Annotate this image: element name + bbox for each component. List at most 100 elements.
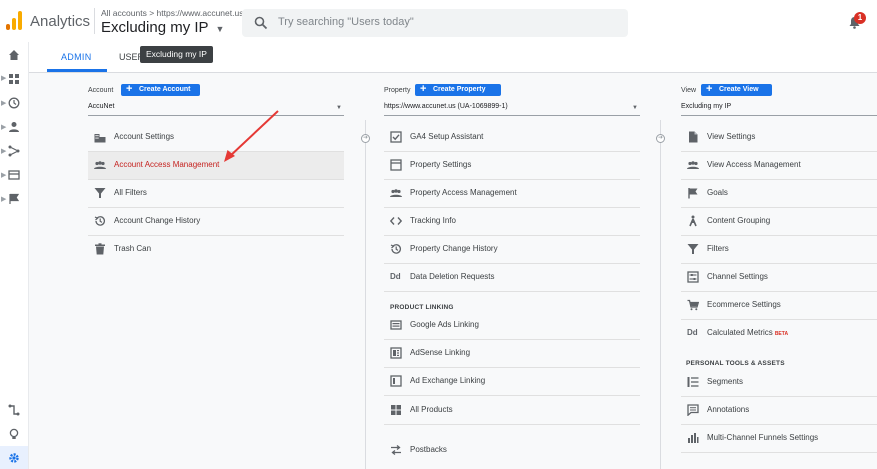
- menu-item-account-access-management[interactable]: Account Access Management: [88, 152, 344, 180]
- plus-icon: +: [706, 83, 713, 95]
- acquisition-icon[interactable]: [8, 145, 20, 157]
- expand-caret-icon[interactable]: ▶: [1, 123, 6, 131]
- dashboard-icon[interactable]: [8, 73, 20, 85]
- menu-item-label: Ecommerce Settings: [707, 300, 781, 309]
- create-account-button[interactable]: + Create Account: [121, 83, 200, 96]
- menu-item-content-grouping[interactable]: Content Grouping: [681, 208, 877, 236]
- analytics-logo-icon[interactable]: [6, 11, 22, 31]
- gear-icon[interactable]: [8, 452, 20, 464]
- selector-underline: [681, 115, 877, 116]
- menu-item-account-change-history[interactable]: Account Change History: [88, 208, 344, 236]
- create-view-label: Create View: [719, 86, 759, 93]
- tab-active-indicator: [47, 69, 107, 72]
- menu-item-multi-channel-funnels-settings[interactable]: Multi-Channel Funnels Settings: [681, 425, 877, 453]
- menu-item-trash-can[interactable]: Trash Can: [88, 236, 344, 263]
- menu-item-label: Data Deletion Requests: [410, 272, 495, 281]
- account-breadcrumb[interactable]: All accounts > https://www.accunet.us: [101, 8, 243, 18]
- trash-icon: [95, 243, 105, 255]
- tab-admin[interactable]: ADMIN: [61, 52, 92, 62]
- filter-icon: [687, 244, 699, 254]
- search-placeholder: Try searching "Users today": [278, 16, 414, 28]
- menu-item-view-access-management[interactable]: View Access Management: [681, 152, 877, 180]
- expand-caret-icon[interactable]: ▶: [1, 171, 6, 179]
- menu-item-label: Content Grouping: [707, 216, 771, 225]
- menu-item-goals[interactable]: Goals: [681, 180, 877, 208]
- create-property-button[interactable]: + Create Property: [415, 83, 501, 96]
- home-icon[interactable]: [8, 49, 20, 61]
- menu-item-filters[interactable]: Filters: [681, 236, 877, 264]
- view-picker[interactable]: Excluding my IP ▼: [101, 19, 224, 36]
- person-walk-icon: [689, 215, 697, 227]
- menu-item-all-products[interactable]: All Products: [384, 397, 640, 425]
- behavior-icon[interactable]: [8, 169, 20, 181]
- lightbulb-icon[interactable]: [8, 428, 20, 440]
- people-icon: [687, 161, 699, 169]
- person-icon[interactable]: [8, 121, 20, 133]
- view-column: View + Create View Excluding my IP: [681, 83, 877, 124]
- menu-item-adsense-linking[interactable]: AdSense Linking: [384, 340, 640, 368]
- flag-icon[interactable]: [8, 193, 20, 205]
- menu-item-label: Account Change History: [114, 216, 201, 225]
- property-selector[interactable]: https://www.accunet.us (UA-1069899-1): [384, 103, 640, 110]
- menu-item-label: Property Access Management: [410, 188, 517, 197]
- plus-icon: +: [420, 83, 427, 95]
- menu-item-label: Multi-Channel Funnels Settings: [707, 433, 819, 442]
- menu-item-label: Account Access Management: [114, 160, 220, 169]
- expand-caret-icon[interactable]: ▶: [1, 74, 6, 82]
- menu-item-calculated-metrics[interactable]: Dd Calculated Metrics BETA: [681, 320, 877, 347]
- ads-icon: [390, 320, 402, 330]
- menu-item-label: All Products: [410, 405, 453, 414]
- menu-item-account-settings[interactable]: Account Settings: [88, 124, 344, 152]
- menu-item-google-ads-linking[interactable]: Google Ads Linking: [384, 312, 640, 340]
- people-icon: [390, 189, 402, 197]
- people-icon: [94, 161, 106, 169]
- search-box[interactable]: Try searching "Users today": [242, 9, 628, 37]
- menu-item-annotations[interactable]: Annotations: [681, 397, 877, 425]
- attribution-icon[interactable]: [8, 404, 20, 416]
- menu-item-channel-settings[interactable]: Channel Settings: [681, 264, 877, 292]
- flag-icon: [688, 188, 698, 199]
- menu-item-tracking-info[interactable]: Tracking Info: [384, 208, 640, 236]
- history-icon: [390, 244, 402, 254]
- comment-icon: [687, 404, 699, 416]
- expand-caret-icon[interactable]: ▶: [1, 195, 6, 203]
- menu-item-label: Account Settings: [114, 132, 175, 141]
- menu-item-ga4-setup-assistant[interactable]: GA4 Setup Assistant: [384, 124, 640, 152]
- caret-down-icon: ▼: [632, 105, 638, 111]
- expand-caret-icon[interactable]: ▶: [1, 147, 6, 155]
- menu-item-property-settings[interactable]: Property Settings: [384, 152, 640, 180]
- property-column: Property + Create Property https://www.a…: [384, 83, 640, 124]
- selector-underline: [88, 115, 344, 116]
- menu-item-property-change-history[interactable]: Property Change History: [384, 236, 640, 264]
- menu-item-label: Calculated Metrics: [707, 328, 773, 337]
- menu-item-label: Trash Can: [114, 244, 152, 253]
- menu-item-postbacks[interactable]: Postbacks: [384, 437, 640, 464]
- menu-item-ecommerce-settings[interactable]: Ecommerce Settings: [681, 292, 877, 320]
- notification-badge: 1: [854, 12, 866, 24]
- view-selector[interactable]: Excluding my IP: [681, 103, 877, 110]
- arrow-right-icon: ➜: [656, 134, 665, 143]
- document-icon: [689, 131, 698, 143]
- menu-item-segments[interactable]: Segments: [681, 369, 877, 397]
- adexchange-icon: [390, 375, 402, 387]
- account-selector-value: AccuNet: [88, 103, 115, 110]
- menu-item-all-filters[interactable]: All Filters: [88, 180, 344, 208]
- divider: [94, 8, 95, 34]
- filter-icon: [94, 188, 106, 198]
- menu-item-data-deletion-requests[interactable]: Dd Data Deletion Requests: [384, 264, 640, 292]
- expand-caret-icon[interactable]: ▶: [1, 99, 6, 107]
- menu-item-label: Annotations: [707, 405, 750, 414]
- cart-icon: [687, 299, 699, 311]
- menu-item-property-access-management[interactable]: Property Access Management: [384, 180, 640, 208]
- view-label: View: [681, 87, 697, 94]
- account-selector[interactable]: AccuNet: [88, 103, 344, 110]
- clock-icon[interactable]: [8, 97, 20, 109]
- menu-item-ad-exchange-linking[interactable]: Ad Exchange Linking: [384, 368, 640, 396]
- menu-item-label: Property Settings: [410, 160, 472, 169]
- left-nav-rail: ▶ ▶ ▶ ▶ ▶ ▶: [0, 42, 29, 469]
- building-icon: [94, 134, 106, 143]
- create-view-button[interactable]: + Create View: [701, 83, 772, 96]
- column-divider: [660, 120, 661, 469]
- property-label: Property: [384, 87, 411, 94]
- menu-item-view-settings[interactable]: View Settings: [681, 124, 877, 152]
